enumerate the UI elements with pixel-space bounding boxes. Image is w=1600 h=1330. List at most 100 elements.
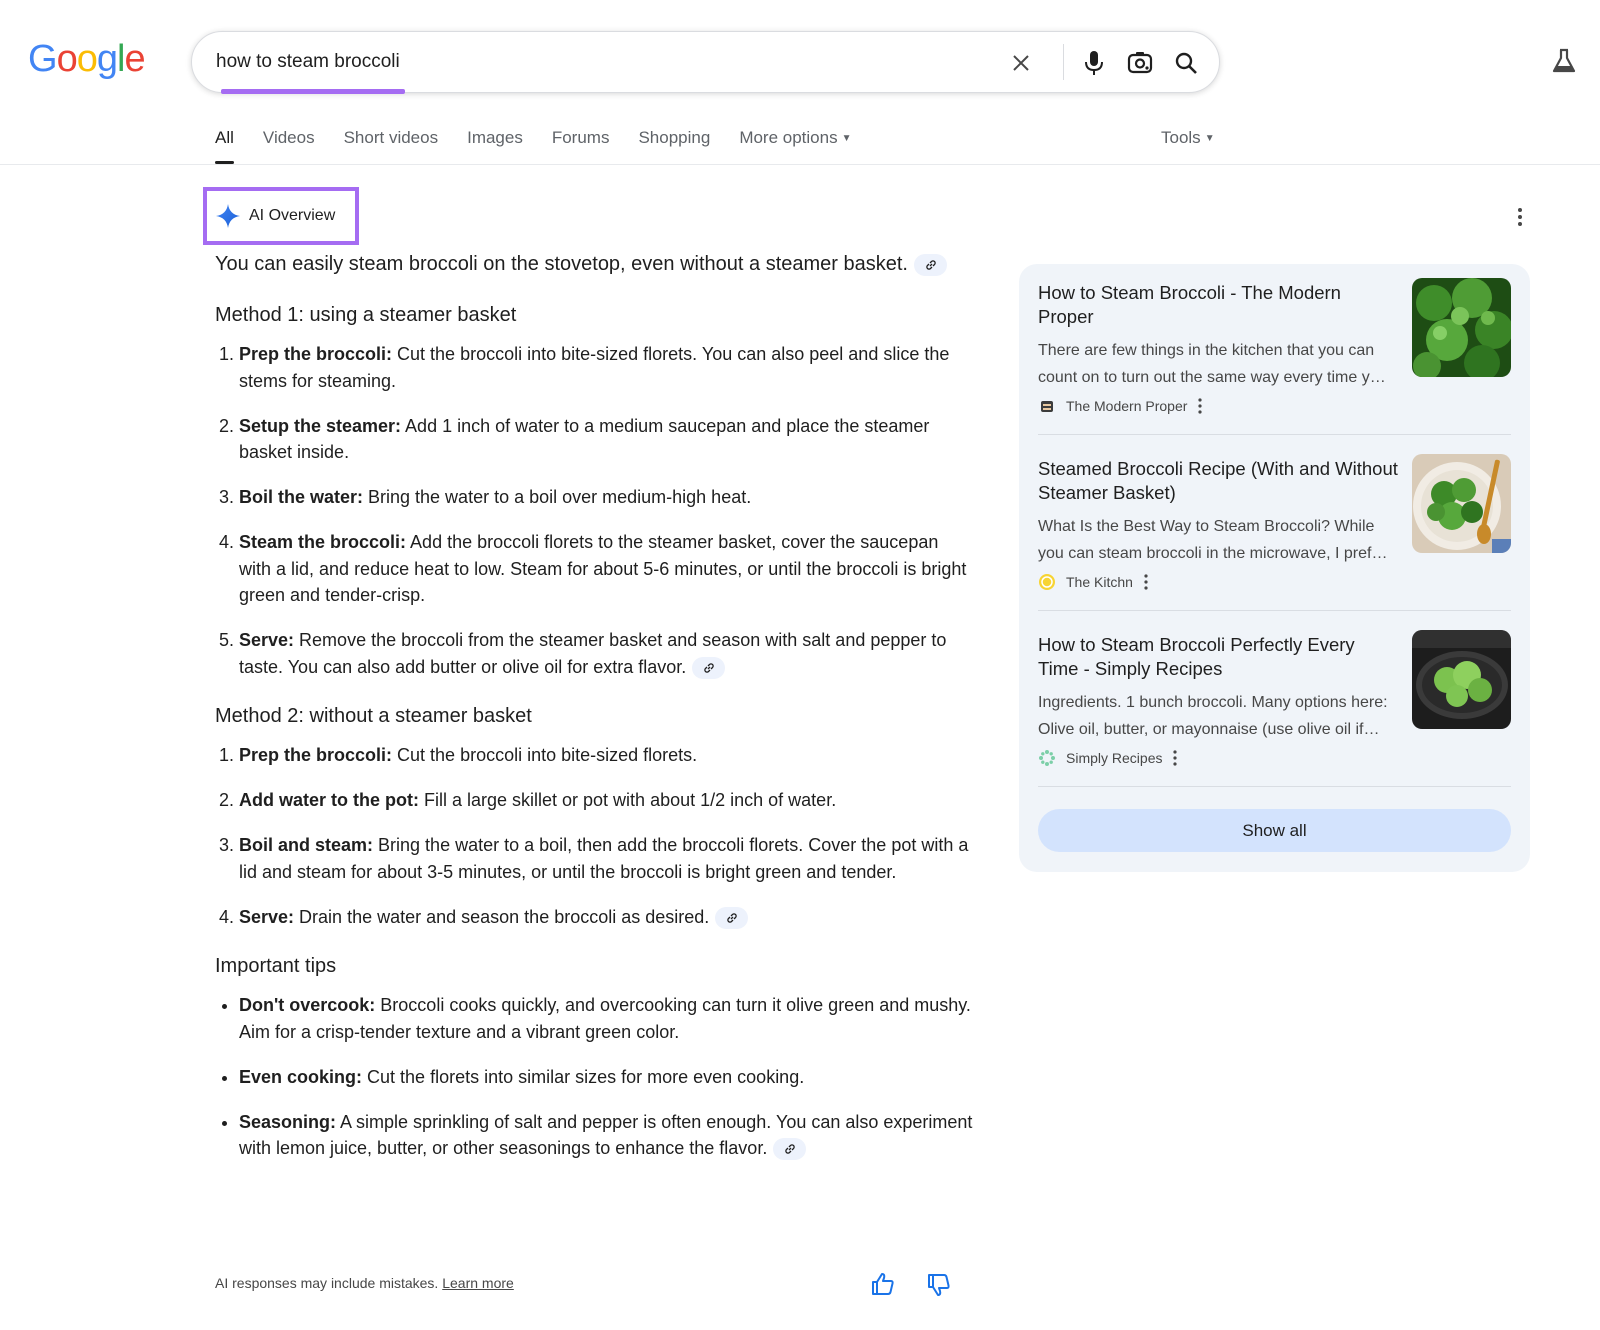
source-more-icon[interactable] bbox=[1197, 397, 1203, 415]
list-item: Prep the broccoli: Cut the broccoli into… bbox=[239, 742, 975, 769]
citation-link-icon[interactable] bbox=[914, 253, 947, 276]
citation-link-icon[interactable] bbox=[692, 656, 726, 679]
tab-forums[interactable]: Forums bbox=[552, 128, 610, 160]
tip-label: Seasoning: bbox=[239, 1111, 337, 1132]
header-divider bbox=[0, 164, 1600, 165]
thumbs-up-icon[interactable] bbox=[870, 1271, 896, 1297]
source-more-icon[interactable] bbox=[1172, 749, 1178, 767]
method1-steps: Prep the broccoli: Cut the broccoli into… bbox=[215, 341, 975, 680]
tip-text: A simple sprinkling of salt and pepper i… bbox=[239, 1111, 973, 1159]
the-kitchn-favicon-icon bbox=[1038, 573, 1056, 591]
mic-icon[interactable] bbox=[1077, 46, 1111, 80]
source-card[interactable]: Steamed Broccoli Recipe (With and Withou… bbox=[1038, 454, 1511, 593]
ai-lead-text: You can easily steam broccoli on the sto… bbox=[215, 253, 908, 275]
list-item: Don't overcook: Broccoli cooks quickly, … bbox=[239, 992, 975, 1045]
simply-recipes-favicon-icon bbox=[1038, 749, 1056, 767]
search-divider bbox=[1063, 44, 1064, 80]
tab-videos[interactable]: Videos bbox=[263, 128, 315, 160]
logo-letter: o bbox=[76, 38, 98, 80]
tab-more-options-label: More options bbox=[739, 128, 838, 147]
tab-short-videos[interactable]: Short videos bbox=[344, 128, 439, 160]
source-title[interactable]: How to Steam Broccoli Perfectly Every Ti… bbox=[1038, 633, 1398, 681]
method2-steps: Prep the broccoli: Cut the broccoli into… bbox=[215, 742, 975, 930]
step-text: Drain the water and season the broccoli … bbox=[294, 906, 710, 927]
close-icon[interactable] bbox=[1004, 46, 1038, 80]
source-card[interactable]: How to Steam Broccoli - The Modern Prope… bbox=[1038, 278, 1511, 417]
broccoli-thumbnail[interactable] bbox=[1412, 278, 1511, 377]
list-item: Setup the steamer: Add 1 inch of water t… bbox=[239, 413, 975, 466]
source-title[interactable]: Steamed Broccoli Recipe (With and Withou… bbox=[1038, 457, 1398, 505]
list-item: Boil the water: Bring the water to a boi… bbox=[239, 484, 975, 511]
source-snippet: Ingredients. 1 bunch broccoli. Many opti… bbox=[1038, 690, 1404, 743]
citation-link-icon[interactable] bbox=[715, 906, 749, 929]
google-logo[interactable]: Google bbox=[28, 38, 146, 81]
source-title[interactable]: How to Steam Broccoli - The Modern Prope… bbox=[1038, 281, 1398, 329]
tips-heading: Important tips bbox=[215, 955, 337, 977]
source-attribution[interactable]: The Kitchn bbox=[1038, 573, 1149, 591]
list-item: Steam the broccoli: Add the broccoli flo… bbox=[239, 529, 975, 609]
tip-label: Don't overcook: bbox=[239, 995, 376, 1015]
thumbs-down-icon[interactable] bbox=[926, 1272, 952, 1298]
step-text: Cut the broccoli into bite-sized florets… bbox=[392, 745, 698, 765]
step-label: Steam the broccoli: bbox=[239, 532, 407, 552]
source-name: The Kitchn bbox=[1066, 574, 1133, 590]
lens-icon[interactable] bbox=[1123, 46, 1157, 80]
step-text: Fill a large skillet or pot with about 1… bbox=[418, 790, 837, 810]
search-input[interactable]: how to steam broccoli bbox=[216, 51, 400, 73]
source-attribution[interactable]: Simply Recipes bbox=[1038, 749, 1178, 767]
step-label: Serve: bbox=[239, 630, 295, 650]
tip-text: Cut the florets into similar sizes for m… bbox=[362, 1066, 805, 1087]
snippet-line: There are few things in the kitchen that… bbox=[1038, 342, 1375, 359]
step-label: Boil the water: bbox=[239, 487, 364, 507]
tools-label: Tools bbox=[1161, 128, 1201, 147]
tab-shopping[interactable]: Shopping bbox=[638, 128, 710, 160]
broccoli-pot-thumbnail[interactable] bbox=[1412, 630, 1511, 729]
tab-all[interactable]: All bbox=[215, 128, 234, 164]
source-snippet: What Is the Best Way to Steam Broccoli? … bbox=[1038, 514, 1404, 567]
list-item: Serve: Remove the broccoli from the stea… bbox=[239, 627, 975, 680]
list-item: Seasoning: A simple sprinkling of salt a… bbox=[239, 1109, 975, 1162]
tools-button[interactable]: Tools ▼ bbox=[1161, 128, 1215, 148]
source-name: Simply Recipes bbox=[1066, 750, 1163, 766]
source-divider bbox=[1038, 610, 1511, 611]
step-label: Serve: bbox=[239, 906, 295, 927]
logo-letter: g bbox=[96, 38, 118, 80]
method2-heading: Method 2: without a steamer basket bbox=[215, 705, 532, 727]
search-box[interactable]: how to steam broccoli bbox=[191, 31, 1220, 93]
step-label: Prep the broccoli: bbox=[239, 344, 393, 364]
snippet-line: count on to turn out the same way every … bbox=[1038, 368, 1386, 386]
show-all-button[interactable]: Show all bbox=[1038, 809, 1511, 852]
broccoli-bowl-thumbnail[interactable] bbox=[1412, 454, 1511, 553]
more-options-kebab-icon[interactable] bbox=[1514, 205, 1526, 229]
source-divider bbox=[1038, 786, 1511, 787]
sources-panel: How to Steam Broccoli - The Modern Prope… bbox=[1019, 264, 1530, 872]
source-attribution[interactable]: The Modern Proper bbox=[1038, 397, 1203, 415]
modern-proper-favicon-icon bbox=[1038, 397, 1056, 415]
list-item: Even cooking: Cut the florets into simil… bbox=[239, 1064, 975, 1091]
tab-more-options[interactable]: More options ▼ bbox=[739, 128, 851, 160]
tip-label: Even cooking: bbox=[239, 1066, 363, 1087]
labs-flask-icon[interactable] bbox=[1550, 47, 1578, 75]
step-label: Setup the steamer: bbox=[239, 415, 402, 436]
search-icon[interactable] bbox=[1169, 46, 1203, 80]
source-more-icon[interactable] bbox=[1143, 573, 1149, 591]
gemini-sparkle-icon bbox=[216, 204, 240, 228]
ai-overview-content: You can easily steam broccoli on the sto… bbox=[215, 250, 975, 1180]
citation-link-icon[interactable] bbox=[773, 1138, 807, 1161]
logo-letter: G bbox=[28, 38, 58, 80]
source-card[interactable]: How to Steam Broccoli Perfectly Every Ti… bbox=[1038, 630, 1511, 769]
source-snippet: There are few things in the kitchen that… bbox=[1038, 338, 1404, 391]
step-label: Prep the broccoli: bbox=[239, 745, 393, 765]
search-tabs: All Videos Short videos Images Forums Sh… bbox=[215, 128, 852, 164]
tab-images[interactable]: Images bbox=[467, 128, 523, 160]
list-item: Boil and steam: Bring the water to a boi… bbox=[239, 832, 975, 885]
learn-more-link[interactable]: Learn more bbox=[442, 1275, 514, 1291]
snippet-line: you can steam broccoli in the microwave,… bbox=[1038, 544, 1388, 562]
step-text: Remove the broccoli from the steamer bas… bbox=[239, 630, 947, 677]
snippet-line: Olive oil, butter, or mayonnaise (use ol… bbox=[1038, 720, 1380, 738]
snippet-line: What Is the Best Way to Steam Broccoli? … bbox=[1038, 518, 1375, 535]
caret-down-icon: ▼ bbox=[841, 133, 852, 145]
step-text: Bring the water to a boil over medium-hi… bbox=[363, 487, 752, 507]
ai-overview-label: AI Overview bbox=[249, 207, 336, 224]
list-item: Serve: Drain the water and season the br… bbox=[239, 904, 975, 931]
